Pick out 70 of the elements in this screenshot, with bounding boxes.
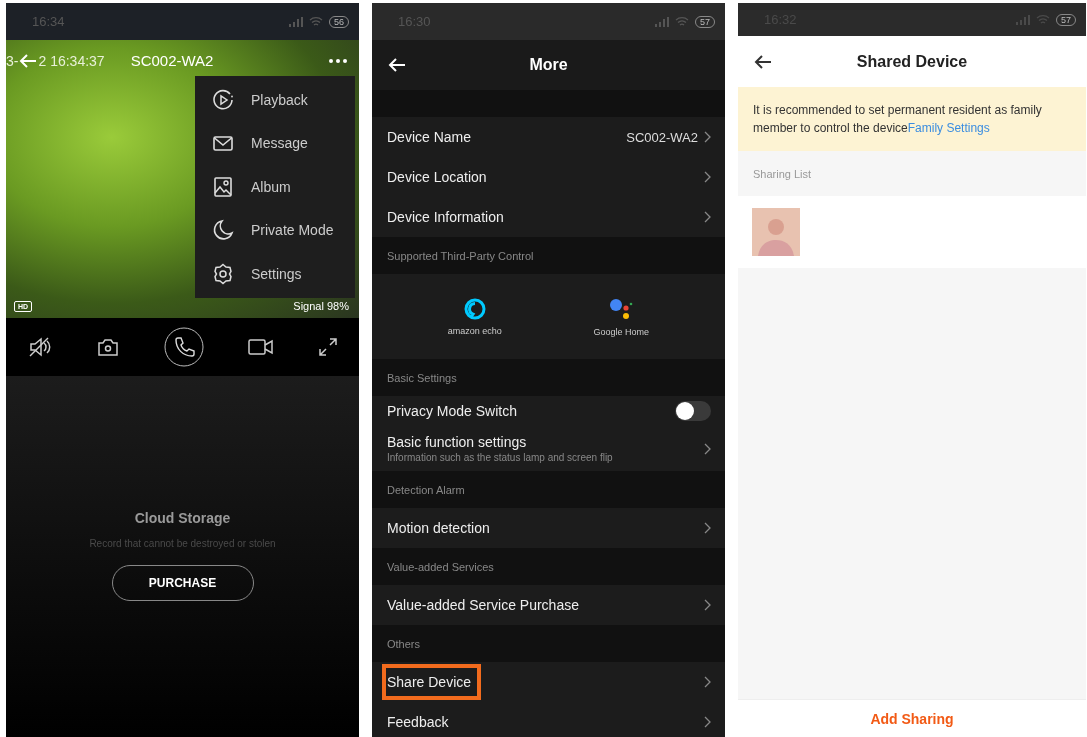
section-header: Basic Settings bbox=[387, 371, 457, 384]
menu-item[interactable]: Settings bbox=[195, 252, 355, 296]
signal-icon bbox=[1016, 14, 1030, 25]
row-subtitle: Information such as the status lamp and screen flip bbox=[387, 452, 614, 463]
row-value: SC002-WA2 bbox=[626, 129, 698, 145]
menu-item[interactable]: Album bbox=[195, 165, 355, 209]
video-timestamp: 3- bbox=[6, 52, 19, 69]
play-circle-icon bbox=[212, 88, 234, 111]
wifi-icon bbox=[1036, 14, 1050, 25]
section-header: Supported Third-Party Control bbox=[387, 249, 534, 262]
logo-caption: amazon echo bbox=[447, 325, 502, 336]
chevron-right-icon bbox=[704, 599, 711, 611]
row-label: Feedback bbox=[387, 714, 449, 730]
section-header: Others bbox=[387, 637, 420, 650]
settings-row[interactable]: Value-added Service Purchase bbox=[372, 585, 725, 625]
settings-row[interactable]: Feedback bbox=[372, 702, 725, 737]
signal-icon bbox=[655, 16, 669, 27]
more-icon[interactable] bbox=[329, 58, 347, 63]
wifi-icon bbox=[309, 16, 323, 27]
moon-icon bbox=[212, 219, 234, 242]
row-label: Privacy Mode Switch bbox=[387, 403, 518, 419]
chevron-right-icon bbox=[704, 131, 711, 143]
chevron-right-icon bbox=[704, 211, 711, 223]
image-icon bbox=[212, 175, 234, 198]
signal-icon bbox=[289, 16, 303, 27]
camera-icon[interactable] bbox=[96, 337, 119, 357]
ring-logo-icon bbox=[463, 297, 486, 320]
menu-item[interactable]: Message bbox=[195, 121, 355, 165]
speaker-muted-icon[interactable] bbox=[28, 336, 52, 358]
signal-strength: Signal 98% bbox=[293, 300, 349, 312]
settings-icon bbox=[212, 262, 234, 285]
row-label: Device Location bbox=[387, 169, 487, 185]
settings-row[interactable]: Device Location bbox=[372, 157, 725, 197]
settings-row[interactable]: Motion detection bbox=[372, 508, 725, 548]
back-arrow-icon[interactable] bbox=[754, 54, 772, 69]
row-label: Basic function settings bbox=[387, 434, 527, 450]
section-header: Sharing List bbox=[753, 167, 812, 180]
phone-call-icon[interactable] bbox=[163, 327, 204, 367]
cloud-storage-title: Cloud Storage bbox=[134, 510, 231, 526]
row-label: Share Device bbox=[382, 664, 482, 700]
chevron-right-icon bbox=[704, 171, 711, 183]
avatar-icon bbox=[752, 208, 800, 256]
device-title: SC002-WA2 bbox=[130, 52, 215, 69]
menu-item[interactable]: Playback bbox=[195, 78, 355, 122]
settings-row[interactable]: Share Device bbox=[372, 662, 725, 702]
notice-text: It is recommended to set permanent resident as family member to control the deviceFamily Settings bbox=[753, 102, 1043, 137]
row-label: Device Information bbox=[387, 209, 504, 225]
chevron-right-icon bbox=[704, 716, 711, 728]
row-label: Device Name bbox=[387, 129, 472, 145]
fullscreen-icon[interactable] bbox=[319, 338, 337, 356]
status-time: 16:34 bbox=[32, 14, 65, 29]
video-camera-icon[interactable] bbox=[248, 338, 275, 356]
section-header: Value-added Services bbox=[387, 560, 494, 573]
page-title: More bbox=[529, 56, 568, 74]
chevron-right-icon bbox=[704, 442, 711, 455]
logo-caption: Google Home bbox=[593, 326, 650, 337]
chevron-right-icon bbox=[704, 676, 711, 688]
toggle-switch[interactable] bbox=[675, 401, 711, 421]
colored-dots-icon bbox=[609, 296, 634, 321]
wifi-icon bbox=[675, 16, 689, 27]
settings-row[interactable]: Basic function settings Information such as the status lamp and screen flip bbox=[372, 426, 725, 471]
chevron-right-icon bbox=[704, 522, 711, 534]
settings-row[interactable]: Device Information bbox=[372, 197, 725, 237]
row-label: Motion detection bbox=[387, 520, 490, 536]
row-label: Value-added Service Purchase bbox=[387, 597, 579, 613]
menu-item[interactable]: Private Mode bbox=[195, 208, 355, 252]
section-header: Detection Alarm bbox=[387, 483, 465, 496]
video-timestamp: 2 16:34:37 bbox=[38, 52, 105, 69]
settings-row[interactable]: Device Name SC002-WA2 bbox=[372, 117, 725, 157]
page-title: Shared Device bbox=[856, 52, 968, 71]
